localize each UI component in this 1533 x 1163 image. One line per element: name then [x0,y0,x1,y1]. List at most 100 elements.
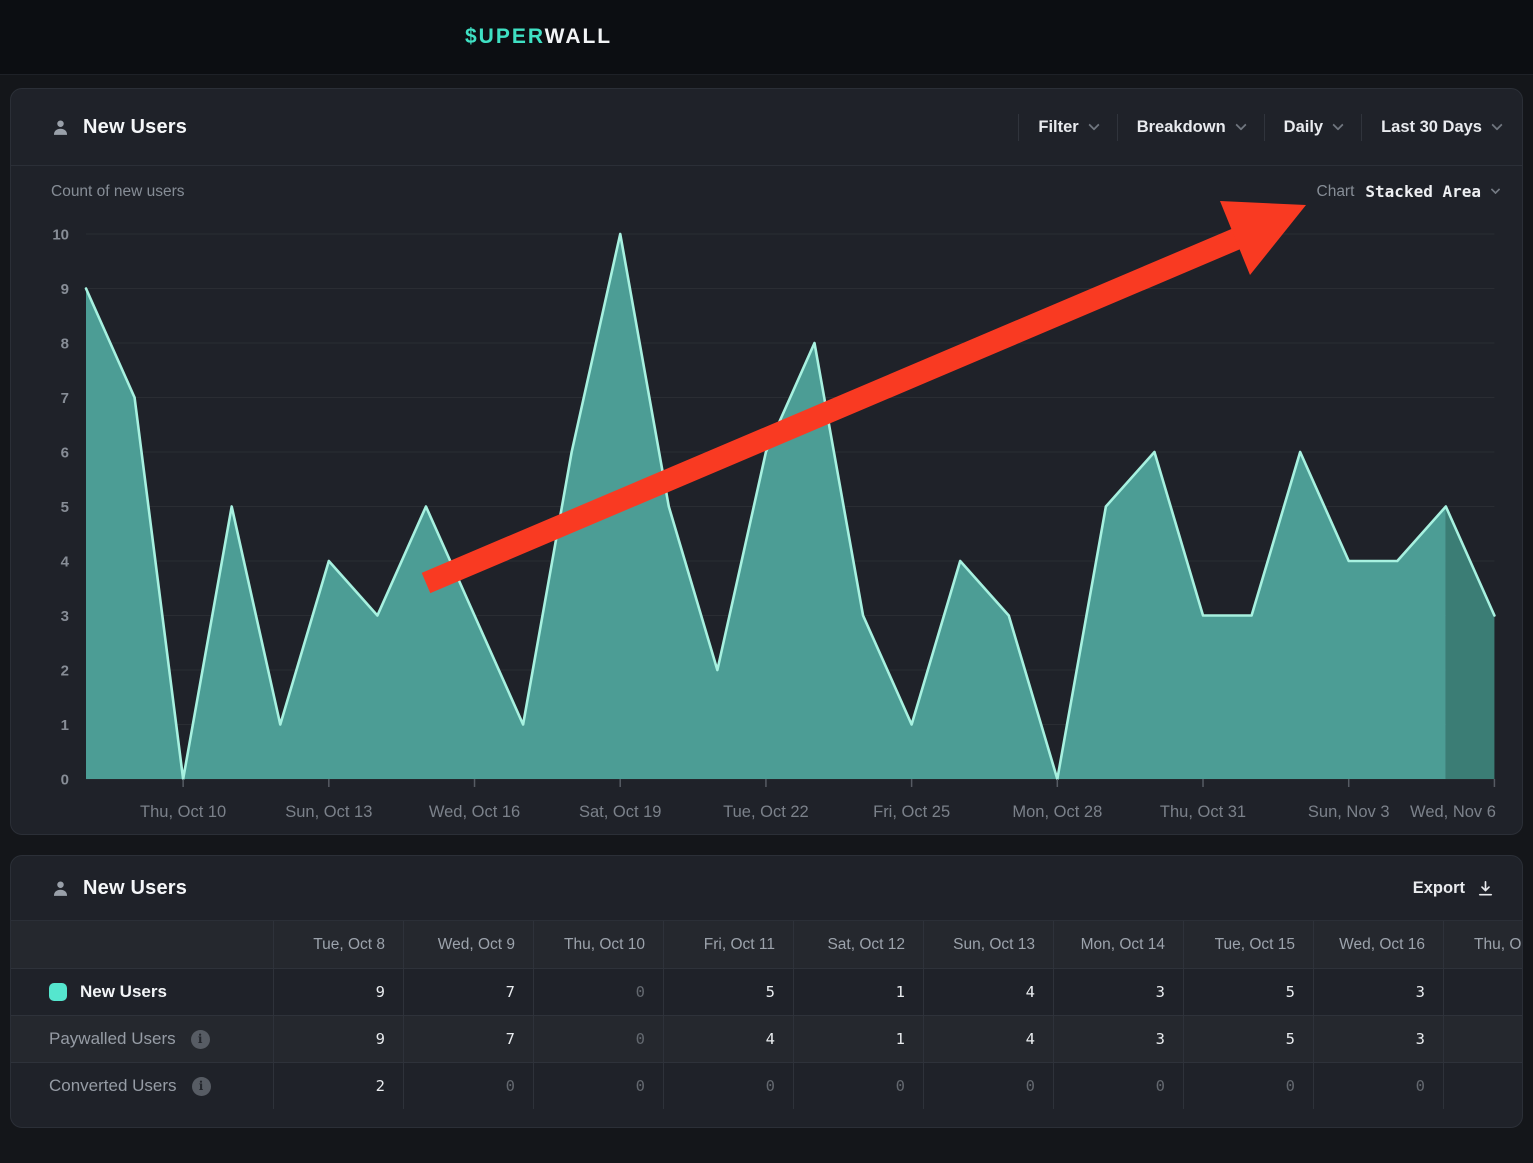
breakdown-label: Breakdown [1137,118,1226,137]
y-axis-label: 3 [61,608,69,625]
column-header: Sat, Oct 12 [793,921,923,968]
person-icon [51,118,70,137]
filter-label: Filter [1038,118,1078,137]
chevron-down-icon [1491,185,1501,195]
chart-card-header: New Users Filter Breakdown Daily Last 30… [11,89,1522,166]
value-cell: 5 [1183,1016,1313,1062]
cell-value: 5 [766,983,775,1001]
value-cell [1443,1063,1523,1109]
top-bar: $UPERWALL [0,0,1533,75]
value-cell: 7 [403,1016,533,1062]
info-icon[interactable]: i [191,1030,210,1049]
column-header-label: Tue, Oct 15 [1215,936,1295,954]
cell-value: 0 [766,1077,775,1095]
new-users-table-card: New Users Export Tue, Oct 8 Wed, Oct 9 Thu… [10,855,1523,1128]
column-header: Tue, Oct 15 [1183,921,1313,968]
chart-sub-row: Count of new users Chart Stacked Area [11,182,1522,201]
column-header-label: Wed, Oct 9 [438,936,515,954]
chevron-down-icon [1235,119,1246,130]
export-button[interactable]: Export [1413,879,1495,898]
x-axis-label: Wed, Nov 6 [1410,803,1496,821]
value-cell: 0 [793,1063,923,1109]
value-cell: 3 [1313,969,1443,1015]
area-fill-partial [1446,507,1495,780]
column-header-label: Sun, Oct 13 [953,936,1035,954]
logo-suffix: WALL [545,25,612,48]
chart-subtitle: Count of new users [51,183,185,201]
table-card-title: New Users [51,877,187,900]
table-row: New Users970514353 [11,968,1522,1015]
value-cell: 0 [533,1016,663,1062]
y-axis-label: 0 [61,772,69,789]
cell-value: 9 [376,983,385,1001]
value-cell: 0 [1053,1063,1183,1109]
value-cell: 9 [273,1016,403,1062]
cell-value: 4 [1026,1030,1035,1048]
cell-value: 0 [1416,1077,1425,1095]
column-header-label: Mon, Oct 14 [1081,936,1165,954]
new-users-chart-card: 012345678910Thu, Oct 10Sun, Oct 13Wed, O… [10,88,1523,835]
column-header-label: Tue, Oct 8 [313,936,385,954]
cell-value: 0 [1156,1077,1165,1095]
cell-value: 7 [506,983,515,1001]
x-axis-label: Wed, Oct 16 [429,803,520,821]
superwall-logo[interactable]: $UPERWALL [465,25,612,49]
column-header-label: Sat, Oct 12 [827,936,905,954]
granularity-label: Daily [1284,118,1323,137]
date-range-dropdown[interactable]: Last 30 Days [1381,118,1501,137]
cell-value: 0 [1286,1077,1295,1095]
column-header: Thu, Oct 10 [533,921,663,968]
x-axis-label: Sun, Nov 3 [1308,803,1390,821]
table-row: Converted Usersi200000000 [11,1062,1522,1109]
y-axis-label: 9 [61,281,69,298]
chart-type-selector[interactable]: Chart Stacked Area [1317,182,1500,201]
x-axis-label: Thu, Oct 10 [140,803,226,821]
value-cell: 4 [923,1016,1053,1062]
granularity-dropdown[interactable]: Daily [1284,118,1342,137]
value-cell: 3 [1053,969,1183,1015]
cell-value: 0 [636,1030,645,1048]
y-axis-label: 4 [61,554,70,571]
table-title: New Users [83,877,187,900]
value-cell: 2 [273,1063,403,1109]
x-axis-label: Thu, Oct 31 [1160,803,1246,821]
info-icon[interactable]: i [192,1077,211,1096]
column-header: Mon, Oct 14 [1053,921,1183,968]
cell-value: 5 [1286,1030,1295,1048]
cell-value: 3 [1416,983,1425,1001]
cell-value: 2 [376,1077,385,1095]
x-axis-label: Fri, Oct 25 [873,803,950,821]
cell-value: 0 [506,1077,515,1095]
person-icon [51,879,70,898]
cell-value: 0 [1026,1077,1035,1095]
y-axis-label: 5 [61,499,69,516]
divider [1018,114,1019,141]
row-label-cell: Paywalled Usersi [11,1016,273,1062]
value-cell [1443,1016,1523,1062]
filter-dropdown[interactable]: Filter [1038,118,1097,137]
cell-value: 4 [766,1030,775,1048]
chart-type-value: Stacked Area [1365,182,1481,201]
breakdown-dropdown[interactable]: Breakdown [1137,118,1245,137]
value-cell: 9 [273,969,403,1015]
column-header: Tue, Oct 8 [273,921,403,968]
divider [1264,114,1265,141]
column-header: Fri, Oct 11 [663,921,793,968]
cell-value: 3 [1156,983,1165,1001]
row-label-cell: New Users [11,969,273,1015]
table-row: Paywalled Usersi970414353 [11,1015,1522,1062]
cell-value: 0 [636,1077,645,1095]
chevron-down-icon [1088,119,1099,130]
cell-value: 7 [506,1030,515,1048]
column-header-label: Thu, Oct 17 [1474,936,1523,954]
column-header-label: Thu, Oct 10 [564,936,645,954]
column-header: Wed, Oct 9 [403,921,533,968]
value-cell [1443,969,1523,1015]
value-cell: 5 [1183,969,1313,1015]
cell-value: 1 [896,983,905,1001]
y-axis-label: 1 [61,717,69,734]
cell-value: 0 [636,983,645,1001]
column-header-label: Wed, Oct 16 [1339,936,1425,954]
divider [1361,114,1362,141]
cell-value: 3 [1416,1030,1425,1048]
